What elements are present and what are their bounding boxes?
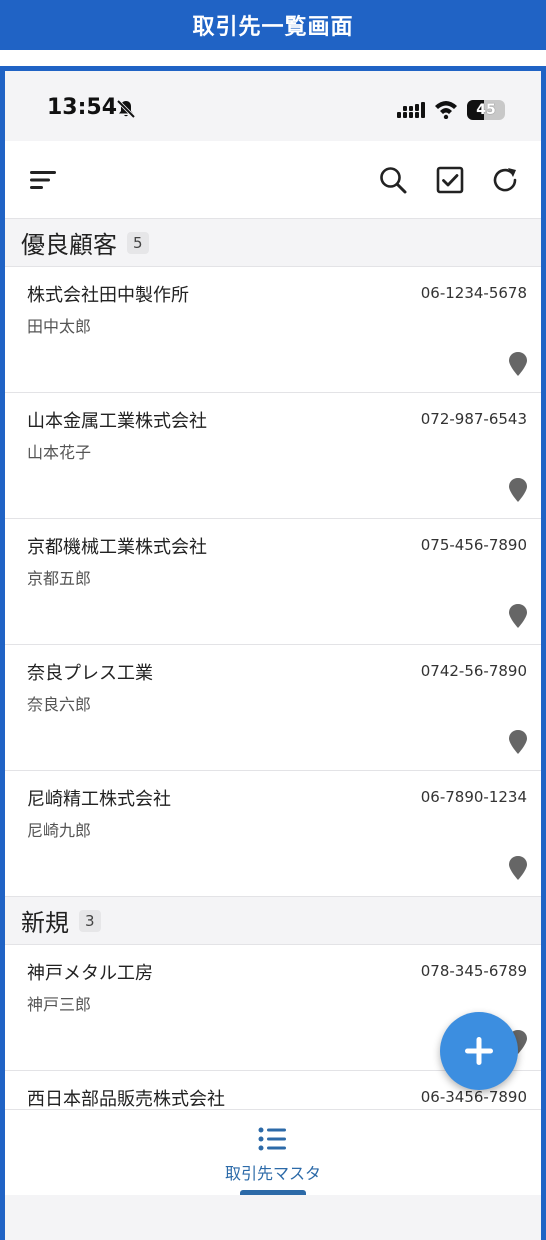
search-icon[interactable] xyxy=(377,164,409,196)
group-title: 優良顧客 xyxy=(21,231,117,259)
customer-list: 優良顧客 5 株式会社田中製作所 田中太郎 06-1234-5678 山本金属工業株式会社… xyxy=(5,219,541,1109)
screen-title-banner: 取引先一覧画面 xyxy=(0,0,546,50)
phone-number[interactable]: 075-456-7890 xyxy=(421,536,527,554)
group-header: 優良顧客 5 xyxy=(5,219,541,267)
customer-row[interactable]: 山本金属工業株式会社 山本花子 072-987-6543 xyxy=(5,393,541,519)
battery-icon: 45 xyxy=(467,100,505,120)
contact-person: 京都五郎 xyxy=(27,569,92,588)
customer-row[interactable]: 株式会社田中製作所 田中太郎 06-1234-5678 xyxy=(5,267,541,393)
app-area: 優良顧客 5 株式会社田中製作所 田中太郎 06-1234-5678 山本金属工業株式会社… xyxy=(5,141,541,1195)
phone-number[interactable]: 06-7890-1234 xyxy=(421,788,527,806)
toolbar xyxy=(5,141,541,219)
battery-level: 45 xyxy=(476,102,496,118)
refresh-icon[interactable] xyxy=(489,164,521,196)
phone-number[interactable]: 072-987-6543 xyxy=(421,410,527,428)
contact-person: 尼崎九郎 xyxy=(27,821,92,840)
customer-row[interactable]: 奈良プレス工業 奈良六郎 0742-56-7890 xyxy=(5,645,541,771)
map-pin-icon[interactable] xyxy=(507,477,529,503)
customer-row[interactable]: 尼崎精工株式会社 尼崎九郎 06-7890-1234 xyxy=(5,771,541,897)
map-pin-icon[interactable] xyxy=(507,855,529,881)
add-customer-button[interactable] xyxy=(440,1012,518,1090)
company-name: 西日本部品販売株式会社 xyxy=(27,1089,225,1109)
company-name: 尼崎精工株式会社 xyxy=(27,789,171,810)
home-indicator-area xyxy=(5,1195,541,1240)
phone-number[interactable]: 06-3456-7890 xyxy=(421,1088,527,1106)
company-name: 山本金属工業株式会社 xyxy=(27,411,207,432)
contact-person: 山本花子 xyxy=(27,443,92,462)
map-pin-icon[interactable] xyxy=(507,603,529,629)
phone-frame: 13:54 45 優良顧客 5 株式会社田中製作所 田中太郎 06-1234-5… xyxy=(0,66,546,1240)
group-header: 新規 3 xyxy=(5,897,541,945)
contact-person: 神戸三郎 xyxy=(27,995,92,1014)
phone-number[interactable]: 078-345-6789 xyxy=(421,962,527,980)
customer-row[interactable]: 京都機械工業株式会社 京都五郎 075-456-7890 xyxy=(5,519,541,645)
company-name: 奈良プレス工業 xyxy=(27,663,153,684)
phone-number[interactable]: 06-1234-5678 xyxy=(421,284,527,302)
bottom-nav: 取引先マスタ xyxy=(5,1109,541,1195)
wifi-icon xyxy=(435,101,457,119)
company-name: 京都機械工業株式会社 xyxy=(27,537,207,558)
plus-icon xyxy=(465,1037,493,1065)
group-title: 新規 xyxy=(21,909,69,937)
company-name: 株式会社田中製作所 xyxy=(27,285,189,306)
contact-person: 奈良六郎 xyxy=(27,695,92,714)
nav-item-customer-master[interactable]: 取引先マスタ xyxy=(5,1160,541,1184)
company-name: 神戸メタル工房 xyxy=(27,963,153,984)
map-pin-icon[interactable] xyxy=(507,351,529,377)
menu-lines-icon[interactable] xyxy=(27,164,59,196)
phone-number[interactable]: 0742-56-7890 xyxy=(421,662,527,680)
status-bar: 13:54 45 xyxy=(5,71,541,141)
list-icon[interactable] xyxy=(257,1126,287,1152)
group-count-badge: 3 xyxy=(79,909,101,932)
signal-icon xyxy=(397,102,425,118)
contact-person: 田中太郎 xyxy=(27,317,92,336)
group-count-badge: 5 xyxy=(127,231,149,254)
status-time: 13:54 xyxy=(47,95,118,120)
screen-title: 取引先一覧画面 xyxy=(192,15,354,40)
checkbox-icon[interactable] xyxy=(434,164,466,196)
bell-off-icon xyxy=(116,99,136,119)
map-pin-icon[interactable] xyxy=(507,729,529,755)
